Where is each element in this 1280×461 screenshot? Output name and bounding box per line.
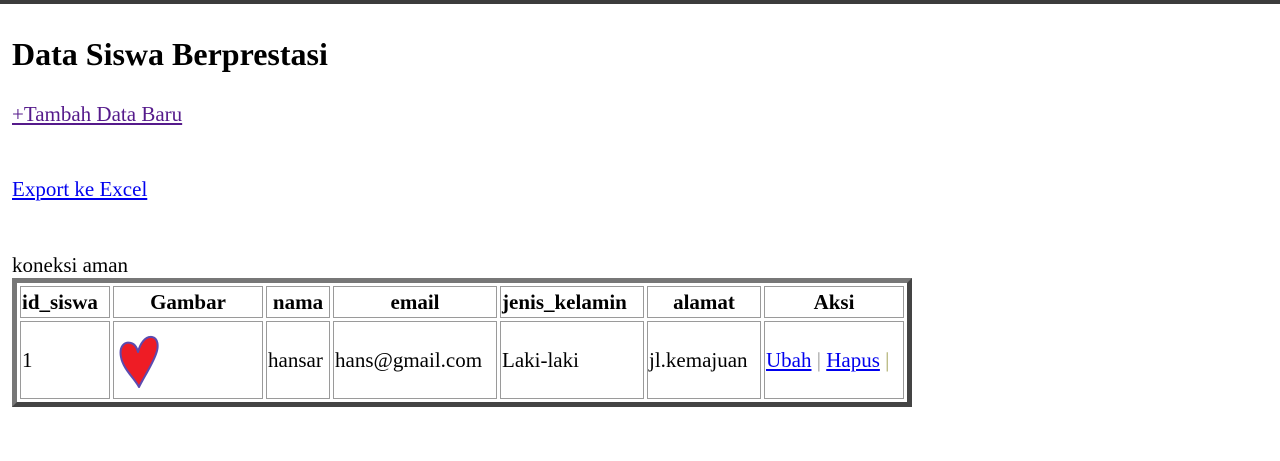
action-separator: | [816, 347, 821, 372]
add-new-data-link[interactable]: +Tambah Data Baru [12, 102, 182, 126]
page-title: Data Siswa Berprestasi [12, 36, 328, 72]
window-top-strip [0, 0, 1280, 4]
cell-jenis-kelamin: Laki-laki [500, 321, 644, 399]
column-header-email: email [333, 286, 497, 318]
export-excel-link[interactable]: Export ke Excel [12, 177, 147, 201]
column-header-nama: nama [266, 286, 330, 318]
table-row: 1 hansar hans@gmail.com Laki-laki jl.kem… [20, 321, 904, 399]
edit-link[interactable]: Ubah [766, 348, 812, 372]
cell-aksi: Ubah | Hapus | [764, 321, 904, 399]
students-table: id_siswa Gambar nama email jenis_kelamin… [12, 278, 912, 407]
connection-status-text: koneksi aman [12, 253, 129, 277]
cell-alamat: jl.kemajuan [647, 321, 761, 399]
cell-nama: hansar [266, 321, 330, 399]
cell-email: hans@gmail.com [333, 321, 497, 399]
column-header-aksi: Aksi [764, 286, 904, 318]
table-header-row: id_siswa Gambar nama email jenis_kelamin… [20, 286, 904, 318]
delete-link[interactable]: Hapus [826, 348, 880, 372]
cell-id-siswa: 1 [20, 321, 110, 399]
column-header-alamat: alamat [647, 286, 761, 318]
column-header-gambar: Gambar [113, 286, 263, 318]
heart-image-icon [115, 331, 161, 389]
column-header-jenis-kelamin: jenis_kelamin [500, 286, 644, 318]
action-trailing-separator: | [885, 347, 890, 372]
cell-gambar [113, 321, 263, 399]
column-header-id-siswa: id_siswa [20, 286, 110, 318]
